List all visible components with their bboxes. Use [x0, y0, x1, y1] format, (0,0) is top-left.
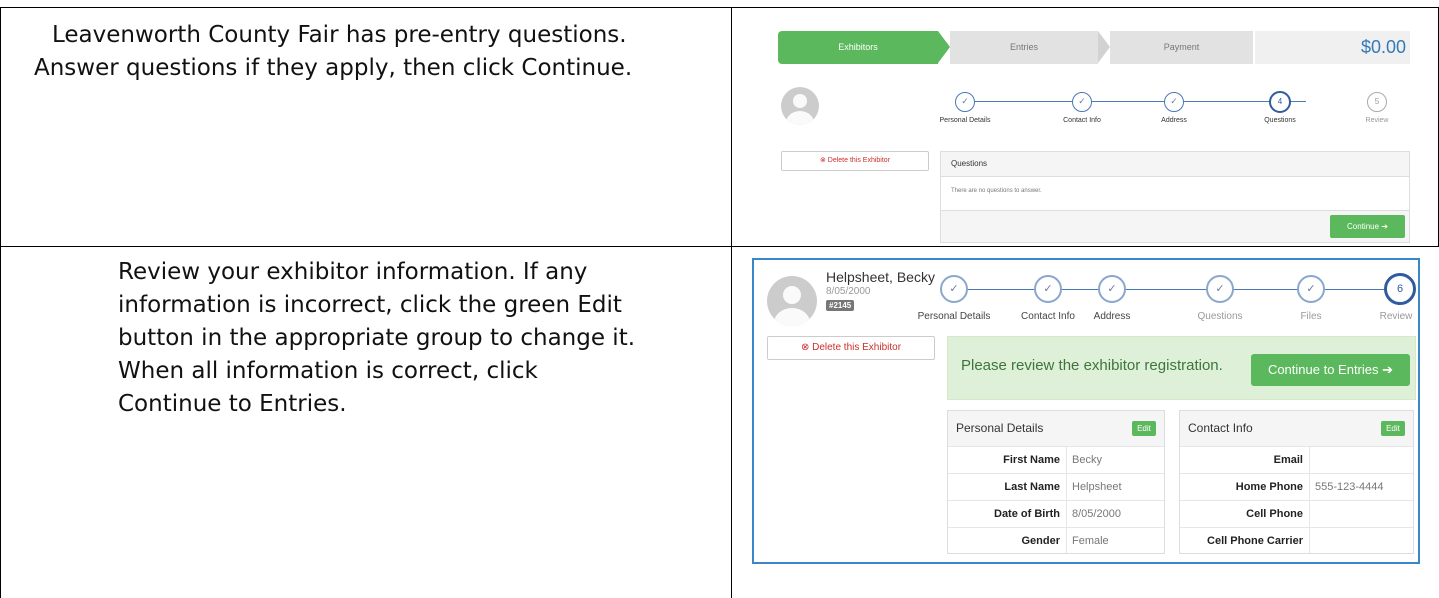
table-row: Gender Female — [948, 527, 1164, 555]
instruction-line: Leavenworth County Fair has pre-entry qu… — [52, 22, 627, 48]
delete-button-label: Delete this Exhibitor — [827, 157, 891, 164]
wizard-arrow — [938, 31, 950, 63]
step-label: Questions — [1197, 311, 1243, 322]
table-top-border — [0, 7, 1439, 8]
instruction-line: Review your exhibitor information. If an… — [118, 259, 588, 285]
instruction-line: Answer questions if they apply, then cli… — [34, 55, 633, 81]
row-label: Gender — [1021, 535, 1060, 547]
delete-button-label: Delete this Exhibitor — [812, 342, 902, 353]
avatar — [781, 87, 819, 125]
step-label: Review — [1365, 117, 1389, 124]
table-left-border — [0, 7, 1, 598]
wizard-step-label: Payment — [1163, 42, 1200, 52]
table-row: Email — [1180, 446, 1413, 474]
step-contact-info-icon[interactable]: ✓ — [1072, 92, 1092, 112]
continue-label: Continue — [1347, 222, 1380, 231]
panel-title: Questions — [951, 159, 988, 168]
exhibitor-dob: 8/05/2000 — [826, 286, 871, 297]
step-files-icon[interactable]: ✓ — [1297, 275, 1325, 303]
step-contact-info-icon[interactable]: ✓ — [1034, 275, 1062, 303]
continue-entries-label: Continue to Entries — [1267, 362, 1379, 377]
panel-title: Personal Details — [956, 421, 1044, 435]
personal-details-panel: Personal Details Edit First Name Becky L… — [947, 410, 1165, 554]
instruction-line: information is incorrect, click the gree… — [118, 292, 622, 318]
row-value: Helpsheet — [1072, 481, 1122, 493]
continue-button[interactable]: Continue ➔ — [1330, 215, 1405, 238]
wizard-step-exhibitors[interactable]: Exhibitors — [778, 31, 938, 64]
instruction-line: Continue to Entries. — [118, 391, 347, 417]
step-review-upcoming[interactable]: 5 — [1367, 92, 1387, 112]
row-value: 555-123-4444 — [1315, 481, 1384, 493]
table-column-divider — [731, 7, 732, 598]
row-label: Cell Phone — [1246, 508, 1303, 520]
step-label: Review — [1379, 311, 1413, 322]
review-step-screenshot: Helpsheet, Becky 8/05/2000 #2145 ✓ ✓ ✓ ✓… — [752, 258, 1420, 564]
step-label: Address — [1093, 311, 1131, 322]
row-value: 8/05/2000 — [1072, 508, 1121, 520]
instruction-line: When all information is correct, click — [118, 358, 538, 384]
step-label: Contact Info — [1063, 117, 1101, 124]
step-personal-details-icon[interactable]: ✓ — [955, 92, 975, 112]
review-message: Please review the exhibitor registration… — [961, 357, 1223, 374]
exhibitor-id-badge: #2145 — [826, 300, 855, 311]
step-address-icon[interactable]: ✓ — [1098, 275, 1126, 303]
edit-contact-info-button[interactable]: Edit — [1381, 421, 1405, 436]
wizard-step-label: Exhibitors — [838, 42, 878, 52]
step-questions-icon[interactable]: ✓ — [1206, 275, 1234, 303]
row-label: Date of Birth — [994, 508, 1060, 520]
table-row-divider — [0, 246, 1439, 247]
table-row: Cell Phone Carrier — [1180, 527, 1413, 555]
continue-to-entries-button[interactable]: Continue to Entries ➔ — [1251, 354, 1410, 386]
step-review-current[interactable]: 6 — [1384, 273, 1416, 305]
panel-header: Contact Info Edit — [1180, 411, 1413, 447]
row-label: Cell Phone Carrier — [1207, 535, 1303, 547]
review-alert: Please review the exhibitor registration… — [947, 336, 1416, 400]
panel-body: There are no questions to answer. — [941, 176, 1409, 211]
questions-step-screenshot: Exhibitors Entries Payment $0.00 ✓ ✓ ✓ 4… — [778, 31, 1410, 243]
step-label: Questions — [1264, 117, 1296, 124]
row-label: Last Name — [1004, 481, 1060, 493]
step-label: Personal Details — [939, 117, 991, 124]
delete-icon: ⊗ — [800, 342, 810, 353]
table-row: First Name Becky — [948, 446, 1164, 474]
delete-exhibitor-button[interactable]: ⊗ Delete this Exhibitor — [781, 151, 929, 171]
panel-header: Personal Details Edit — [948, 411, 1164, 447]
step-address-icon[interactable]: ✓ — [1164, 92, 1184, 112]
row-label: First Name — [1003, 454, 1060, 466]
edit-personal-details-button[interactable]: Edit — [1132, 421, 1156, 436]
wizard-step-label: Entries — [1009, 42, 1038, 52]
table-row: Home Phone 555-123-4444 — [1180, 473, 1413, 501]
step-personal-details-icon[interactable]: ✓ — [940, 275, 968, 303]
step-questions-current[interactable]: 4 — [1269, 91, 1291, 113]
row-value: Female — [1072, 535, 1109, 547]
exhibitor-name: Helpsheet, Becky — [826, 269, 935, 285]
panel-title: Contact Info — [1188, 421, 1253, 435]
questions-panel: Questions There are no questions to answ… — [940, 151, 1410, 243]
stepper-line — [966, 101, 1306, 102]
arrow-right-circle-icon: ➔ — [1381, 222, 1388, 231]
table-row: Date of Birth 8/05/2000 — [948, 500, 1164, 528]
instruction-line: button in the appropriate group to chang… — [118, 325, 636, 351]
delete-exhibitor-button[interactable]: ⊗ Delete this Exhibitor — [767, 336, 935, 360]
step-label: Files — [1300, 311, 1322, 322]
cart-total: $0.00 — [1255, 31, 1410, 64]
arrow-right-circle-icon: ➔ — [1382, 362, 1394, 377]
wizard-arrow — [1098, 31, 1110, 63]
panel-message: There are no questions to answer. — [951, 188, 1042, 194]
step-label: Personal Details — [917, 311, 991, 322]
table-row: Cell Phone — [1180, 500, 1413, 528]
stepper-line — [954, 289, 1394, 290]
wizard-step-payment[interactable]: Payment — [1110, 31, 1253, 64]
row-label: Email — [1273, 454, 1303, 466]
avatar — [767, 276, 817, 326]
row-label: Home Phone — [1235, 481, 1303, 493]
delete-icon: ⊗ — [819, 157, 826, 164]
step-label: Address — [1161, 117, 1187, 124]
table-row: Last Name Helpsheet — [948, 473, 1164, 501]
wizard-step-entries[interactable]: Entries — [950, 31, 1098, 64]
step-label: Contact Info — [1021, 311, 1075, 322]
contact-info-panel: Contact Info Edit Email Home Phone 555-1… — [1179, 410, 1414, 554]
row-value: Becky — [1072, 454, 1102, 466]
